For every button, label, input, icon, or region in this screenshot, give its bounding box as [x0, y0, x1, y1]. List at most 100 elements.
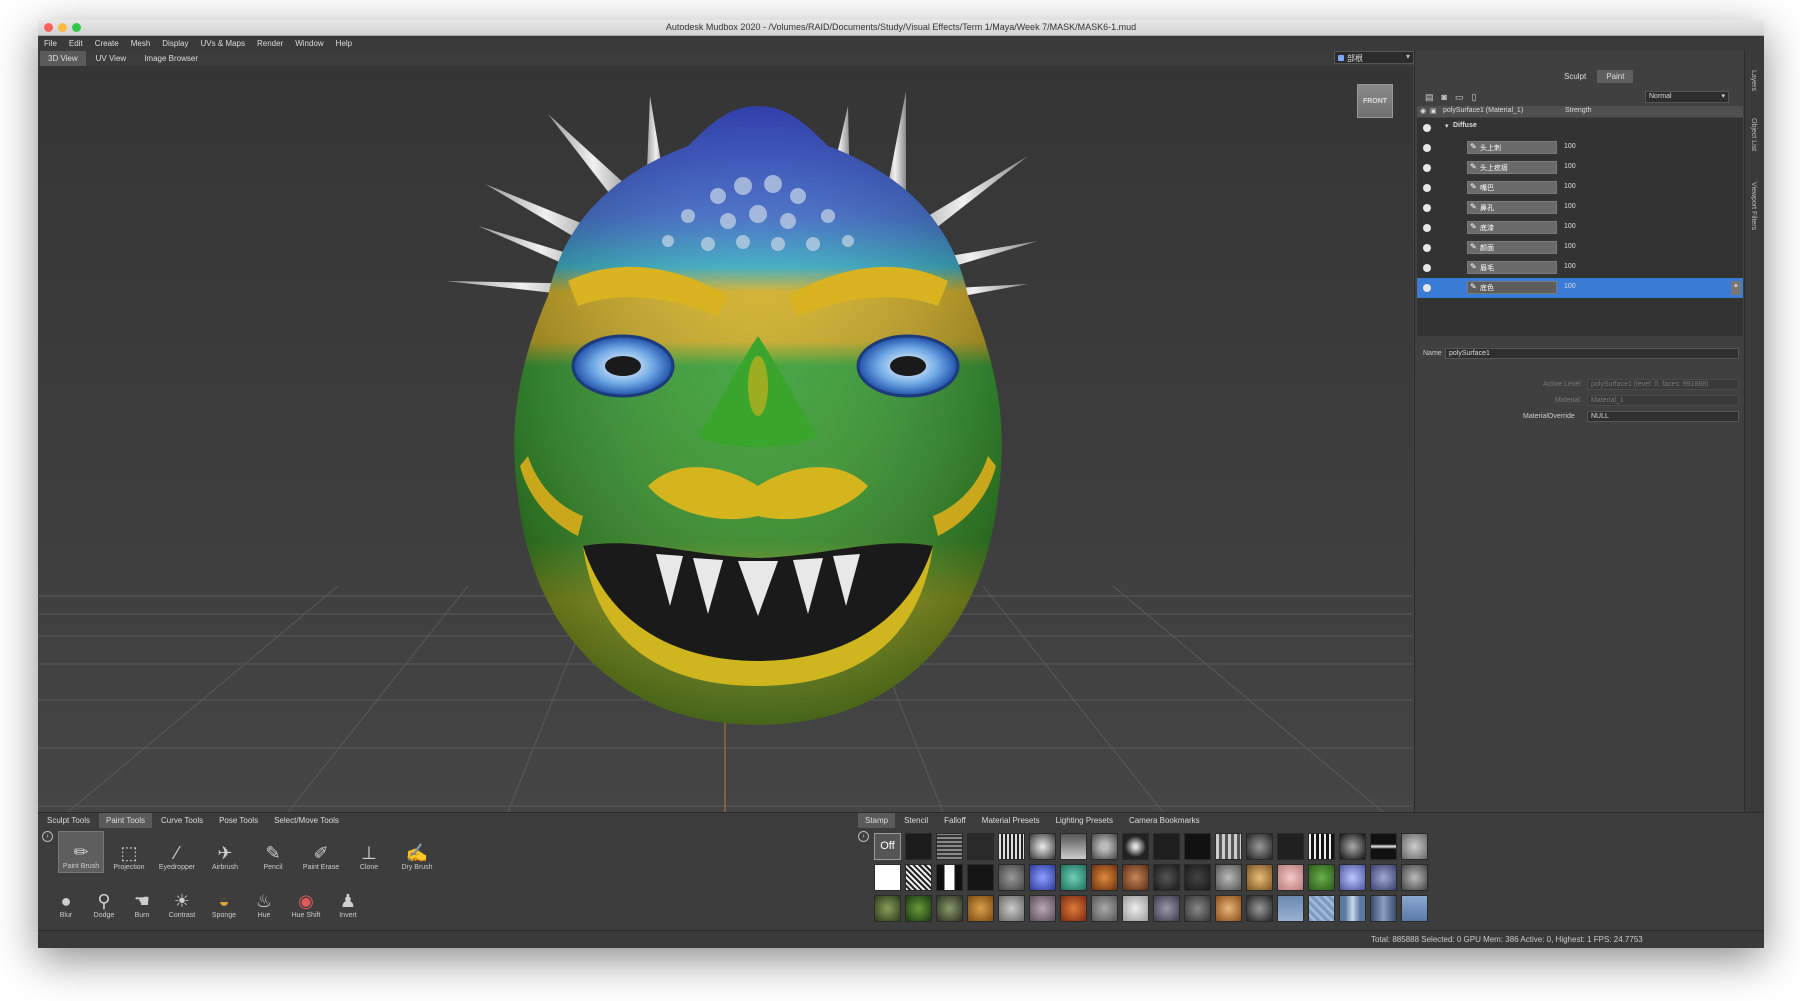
dry-brush-tool[interactable]: ✍ Dry Brush: [394, 831, 440, 873]
clone-tool[interactable]: ⊥ Clone: [346, 831, 392, 873]
stamp-thumbnail[interactable]: [905, 864, 932, 891]
layer-name[interactable]: 眉毛: [1467, 261, 1557, 274]
layer-row[interactable]: 眉毛 100: [1417, 258, 1743, 278]
stamp-thumbnail[interactable]: [998, 895, 1025, 922]
lock-icon[interactable]: ▣: [1430, 107, 1437, 115]
stamp-thumbnail[interactable]: [998, 833, 1025, 860]
stamp-thumbnail[interactable]: [1370, 833, 1397, 860]
stamp-thumbnail[interactable]: [1215, 833, 1242, 860]
stamp-thumbnail[interactable]: [1091, 895, 1118, 922]
new-layer-icon[interactable]: ▤: [1425, 92, 1434, 103]
layer-row[interactable]: 颜面 100: [1417, 238, 1743, 258]
blend-mode-select[interactable]: Normal: [1645, 91, 1729, 103]
layer-name[interactable]: 颜面: [1467, 241, 1557, 254]
stamp-off-button[interactable]: Off: [874, 833, 901, 860]
trash-icon[interactable]: ▯: [1471, 92, 1476, 103]
menu-display[interactable]: Display: [162, 39, 188, 48]
contrast-tool[interactable]: ☀ Contrast: [162, 879, 202, 921]
tab-pose-tools[interactable]: Pose Tools: [212, 813, 265, 828]
side-tab-viewport-filters[interactable]: Viewport Filters: [1750, 182, 1757, 230]
sponge-tool[interactable]: ◒ Sponge: [204, 879, 244, 921]
layer-strength[interactable]: 100: [1564, 263, 1576, 270]
stamp-thumbnail[interactable]: [1184, 895, 1211, 922]
menu-create[interactable]: Create: [95, 39, 119, 48]
menu-help[interactable]: Help: [336, 39, 352, 48]
stamp-thumbnail[interactable]: [1091, 864, 1118, 891]
layer-name[interactable]: 底漆: [1467, 221, 1557, 234]
menu-uvs-maps[interactable]: UVs & Maps: [201, 39, 245, 48]
stamp-thumbnail[interactable]: [1215, 864, 1242, 891]
stamp-thumbnail[interactable]: [1060, 895, 1087, 922]
tab-paint[interactable]: Paint: [1597, 70, 1634, 83]
stamp-thumbnail[interactable]: [1401, 864, 1428, 891]
stamp-thumbnail[interactable]: [1184, 833, 1211, 860]
menu-edit[interactable]: Edit: [69, 39, 83, 48]
burn-tool[interactable]: ☚ Burn: [124, 879, 160, 921]
3d-viewport[interactable]: FRONT: [38, 66, 1413, 812]
paint-brush-tool[interactable]: ✏ Paint Brush: [58, 831, 104, 873]
material-override-select[interactable]: NULL: [1587, 411, 1739, 422]
visibility-icon[interactable]: [1423, 264, 1431, 272]
stamp-thumbnail[interactable]: [1122, 833, 1149, 860]
menu-file[interactable]: File: [44, 39, 57, 48]
side-tab-object-list[interactable]: Object List: [1750, 118, 1757, 151]
stamp-thumbnail[interactable]: [1401, 895, 1428, 922]
stamp-thumbnail[interactable]: [1308, 895, 1335, 922]
camera-select[interactable]: 部根: [1334, 51, 1414, 64]
stamp-thumbnail[interactable]: [874, 864, 901, 891]
visibility-icon[interactable]: [1423, 164, 1431, 172]
layer-name[interactable]: 嘴巴: [1467, 181, 1557, 194]
tab-lighting-presets[interactable]: Lighting Presets: [1049, 813, 1120, 828]
tab-sculpt-tools[interactable]: Sculpt Tools: [40, 813, 97, 828]
visibility-icon[interactable]: [1423, 144, 1431, 152]
tab-material-presets[interactable]: Material Presets: [975, 813, 1047, 828]
tab-select-move-tools[interactable]: Select/Move Tools: [267, 813, 346, 828]
menu-render[interactable]: Render: [257, 39, 283, 48]
stamp-thumbnail[interactable]: [936, 895, 963, 922]
visibility-icon[interactable]: [1423, 124, 1431, 132]
stamp-thumbnail[interactable]: [905, 833, 932, 860]
stamp-thumbnail[interactable]: [1184, 864, 1211, 891]
airbrush-tool[interactable]: ✈ Airbrush: [202, 831, 248, 873]
tab-sculpt[interactable]: Sculpt: [1555, 70, 1595, 83]
stamp-thumbnail[interactable]: [1308, 864, 1335, 891]
invert-tool[interactable]: ♟ Invert: [330, 879, 366, 921]
visibility-icon[interactable]: [1423, 204, 1431, 212]
stamp-thumbnail[interactable]: [874, 895, 901, 922]
layer-row[interactable]: 头上疙瘩 100: [1417, 158, 1743, 178]
tool-options-icon[interactable]: ›: [42, 831, 53, 842]
stamp-thumbnail[interactable]: [1060, 864, 1087, 891]
eyedropper-tool[interactable]: ⁄ Eyedropper: [154, 831, 200, 873]
stamp-thumbnail[interactable]: [1339, 864, 1366, 891]
tab-stamp[interactable]: Stamp: [858, 813, 896, 828]
tab-3d-view[interactable]: 3D View: [40, 50, 86, 66]
stamp-thumbnail[interactable]: [967, 895, 994, 922]
layer-strength[interactable]: 100: [1564, 223, 1576, 230]
layer-strength[interactable]: 100: [1564, 183, 1576, 190]
tab-falloff[interactable]: Falloff: [937, 813, 973, 828]
stamp-thumbnail[interactable]: [1122, 864, 1149, 891]
tab-uv-view[interactable]: UV View: [88, 51, 135, 66]
side-tab-layers[interactable]: Layers: [1750, 70, 1757, 91]
stamp-thumbnail[interactable]: [1091, 833, 1118, 860]
folder-icon[interactable]: ▭: [1455, 92, 1464, 103]
menu-mesh[interactable]: Mesh: [131, 39, 151, 48]
stamp-thumbnail[interactable]: [1122, 895, 1149, 922]
projection-tool[interactable]: ⬚ Projection: [106, 831, 152, 873]
stamp-thumbnail[interactable]: [1277, 895, 1304, 922]
layer-row[interactable]: 底漆 100: [1417, 218, 1743, 238]
stamp-thumbnail[interactable]: [1029, 895, 1056, 922]
layer-row[interactable]: 头上刺 100: [1417, 138, 1743, 158]
visibility-icon[interactable]: [1423, 244, 1431, 252]
stamp-thumbnail[interactable]: [1401, 833, 1428, 860]
layer-strength[interactable]: 100: [1564, 163, 1576, 170]
strength-slider-handle[interactable]: +: [1731, 281, 1741, 295]
eye-icon[interactable]: ◉: [1420, 107, 1426, 115]
view-cube[interactable]: FRONT: [1357, 84, 1393, 118]
stamp-thumbnail[interactable]: [1339, 895, 1366, 922]
layer-strength[interactable]: 100: [1564, 203, 1576, 210]
stamp-thumbnail[interactable]: [1370, 864, 1397, 891]
layer-name[interactable]: 底色: [1467, 281, 1557, 294]
stamp-thumbnail[interactable]: [1029, 864, 1056, 891]
stamp-thumbnail[interactable]: [1277, 833, 1304, 860]
